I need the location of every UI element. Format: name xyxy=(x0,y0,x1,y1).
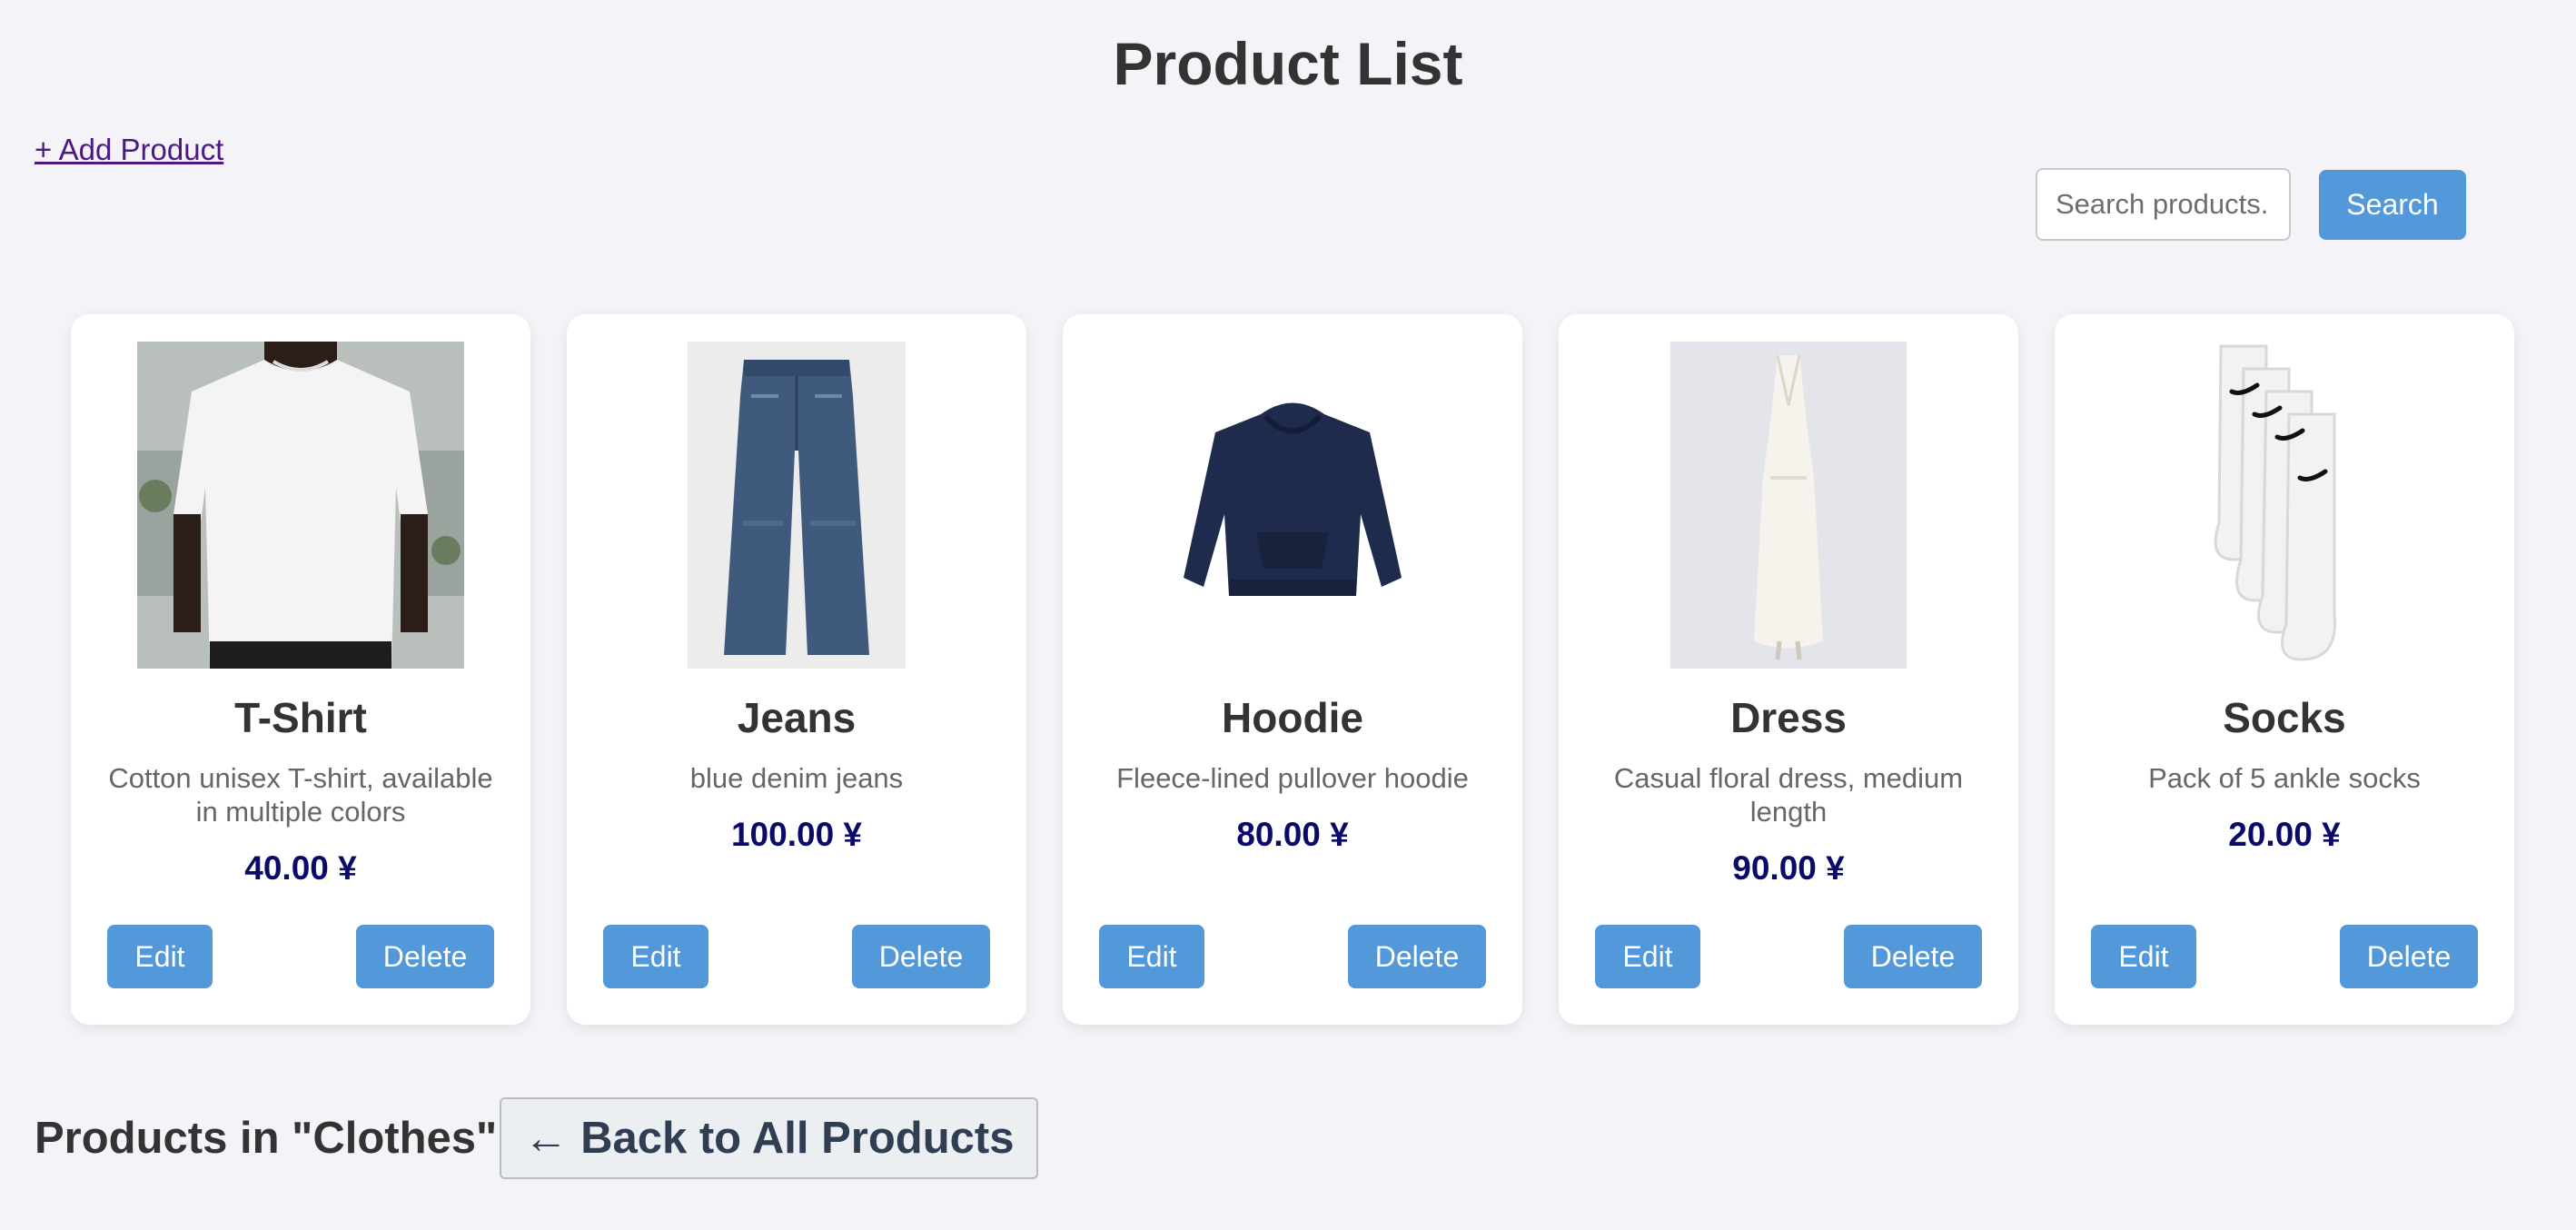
product-price: 40.00 ¥ xyxy=(244,849,357,887)
product-price: 90.00 ¥ xyxy=(1732,849,1845,887)
product-image-socks xyxy=(2055,342,2514,669)
product-grid: T-Shirt Cotton unisex T-shirt, available… xyxy=(71,314,2514,1025)
add-product-link[interactable]: + Add Product xyxy=(35,130,223,170)
search-button[interactable]: Search xyxy=(2319,170,2466,240)
delete-button[interactable]: Delete xyxy=(2340,925,2478,988)
product-image-jeans xyxy=(567,342,1026,669)
product-price: 20.00 ¥ xyxy=(2228,816,2341,853)
product-price: 100.00 ¥ xyxy=(730,816,863,853)
delete-button[interactable]: Delete xyxy=(1348,925,1486,988)
search-input[interactable] xyxy=(2036,168,2291,241)
edit-button[interactable]: Edit xyxy=(1595,925,1700,988)
product-image-hoodie xyxy=(1063,342,1522,669)
product-card-socks: Socks Pack of 5 ankle socks 20.00 ¥ Edit… xyxy=(2055,314,2514,1025)
product-name: Socks xyxy=(2223,694,2346,741)
product-image-tshirt xyxy=(71,342,530,669)
product-image-dress xyxy=(1559,342,2018,669)
product-name: Hoodie xyxy=(1222,694,1363,741)
product-price: 80.00 ¥ xyxy=(1236,816,1349,853)
product-description: blue denim jeans xyxy=(689,762,904,794)
delete-button[interactable]: Delete xyxy=(1844,925,1982,988)
page-title: Product List xyxy=(1113,30,1463,97)
edit-button[interactable]: Edit xyxy=(2091,925,2196,988)
edit-button[interactable]: Edit xyxy=(603,925,708,988)
product-description: Fleece-lined pullover hoodie xyxy=(1116,762,1469,794)
product-description: Pack of 5 ankle socks xyxy=(2148,762,2421,794)
product-name: Jeans xyxy=(737,694,857,741)
product-name: Dress xyxy=(1730,694,1847,741)
delete-button[interactable]: Delete xyxy=(852,925,990,988)
product-card-dress: Dress Casual floral dress, medium length… xyxy=(1559,314,2018,1025)
product-name: T-Shirt xyxy=(234,694,367,741)
product-description: Cotton unisex T-shirt, available in mult… xyxy=(108,762,493,828)
delete-button[interactable]: Delete xyxy=(356,925,494,988)
product-card-hoodie: Hoodie Fleece-lined pullover hoodie 80.0… xyxy=(1063,314,1522,1025)
product-description: Casual floral dress, medium length xyxy=(1613,762,1964,828)
product-card-jeans: Jeans blue denim jeans 100.00 ¥ Edit Del… xyxy=(567,314,1026,1025)
back-to-all-products-button[interactable]: ← Back to All Products xyxy=(500,1097,1038,1179)
category-heading: Products in "Clothes" xyxy=(35,1114,498,1163)
product-card-tshirt: T-Shirt Cotton unisex T-shirt, available… xyxy=(71,314,530,1025)
edit-button[interactable]: Edit xyxy=(107,925,213,988)
edit-button[interactable]: Edit xyxy=(1099,925,1204,988)
